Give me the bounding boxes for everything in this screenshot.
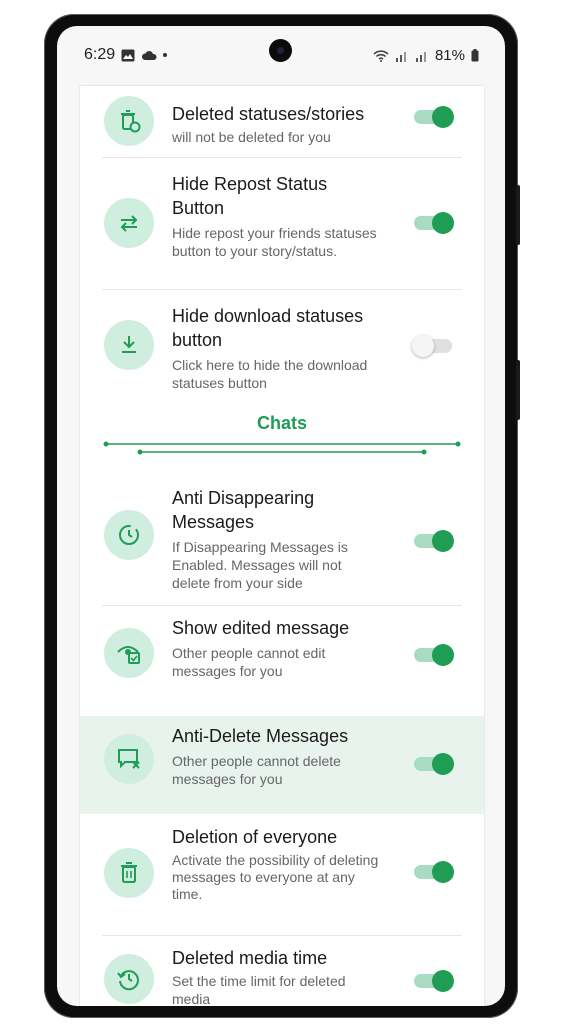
settings-card: Deleted statuses/stories will not be del… [80,86,484,1006]
show-edited-toggle[interactable] [414,644,454,666]
setting-row-hide-download[interactable]: Hide download statuses button Click here… [80,290,484,402]
setting-title: Show edited message [172,618,350,638]
setting-row-anti-disappearing[interactable]: Anti Disappearing Messages If Disappeari… [80,476,484,606]
setting-title: Deletion of everyone [172,827,338,847]
signal-icon [415,51,426,62]
setting-description: Other people cannot delete messages for … [172,753,341,787]
hide-download-toggle[interactable] [412,335,454,357]
section-header-chats: Chats [256,413,307,433]
setting-row-anti-delete[interactable]: Anti-Delete Messages Other people cannot… [80,716,484,814]
screen: 6:29 81% Deleted statuses/stories will n… [57,26,505,1006]
repost-icon [104,198,154,248]
setting-title: Deleted media time [172,948,328,968]
cloud-icon [142,50,157,60]
setting-row-deleted-media-time[interactable]: Deleted media time Set the time limit fo… [80,936,484,1006]
anti-disappearing-toggle[interactable] [414,530,454,552]
setting-row-deleted-statuses[interactable]: Deleted statuses/stories will not be del… [80,86,484,158]
download-icon [104,320,154,370]
hide-repost-toggle[interactable] [414,212,454,234]
deletion-everyone-toggle[interactable] [414,861,454,883]
setting-row-deletion-everyone[interactable]: Deletion of everyone Activate the possib… [80,814,484,936]
power-button [516,360,520,420]
setting-row-show-edited[interactable]: Show edited message Other people cannot … [80,606,484,716]
clock-history-icon [104,954,154,1004]
setting-description: Hide repost your friends statuses button… [172,225,377,259]
setting-title: Hide download statuses button [172,306,364,350]
front-camera [269,39,292,62]
deleted-statuses-toggle[interactable] [414,106,454,128]
status-time: 6:29 [84,46,116,63]
signal-icon [395,51,406,62]
trash-icon [104,848,154,898]
volume-button [516,185,520,245]
deleted-media-time-toggle[interactable] [414,970,454,992]
setting-description: Other people cannot edit messages for yo… [172,645,326,679]
setting-description: Set the time limit for deleted media [172,973,346,1006]
gallery-icon [121,49,135,61]
trash-refresh-icon [104,96,154,146]
setting-description: Activate the possibility of deleting mes… [172,852,379,902]
setting-title: Hide Repost Status Button [172,174,328,218]
setting-description: Click here to hide the download statuses… [172,357,368,391]
timer-icon [104,510,154,560]
setting-description: If Disappearing Messages is Enabled. Mes… [172,539,348,591]
setting-description: will not be deleted for you [172,129,331,145]
notification-dot-icon [163,53,168,57]
setting-title: Deleted statuses/stories [172,104,365,124]
setting-row-hide-repost[interactable]: Hide Repost Status Button Hide repost yo… [80,158,484,290]
section-divider-ornament [103,441,461,455]
battery-icon [471,48,479,61]
message-delete-icon [104,734,154,784]
setting-title: Anti Disappearing Messages [172,488,315,532]
battery-percent: 81% [434,46,465,64]
setting-title: Anti-Delete Messages [172,726,349,746]
anti-delete-toggle[interactable] [414,753,454,775]
wifi-icon [373,49,389,62]
eye-edit-icon [104,628,154,678]
